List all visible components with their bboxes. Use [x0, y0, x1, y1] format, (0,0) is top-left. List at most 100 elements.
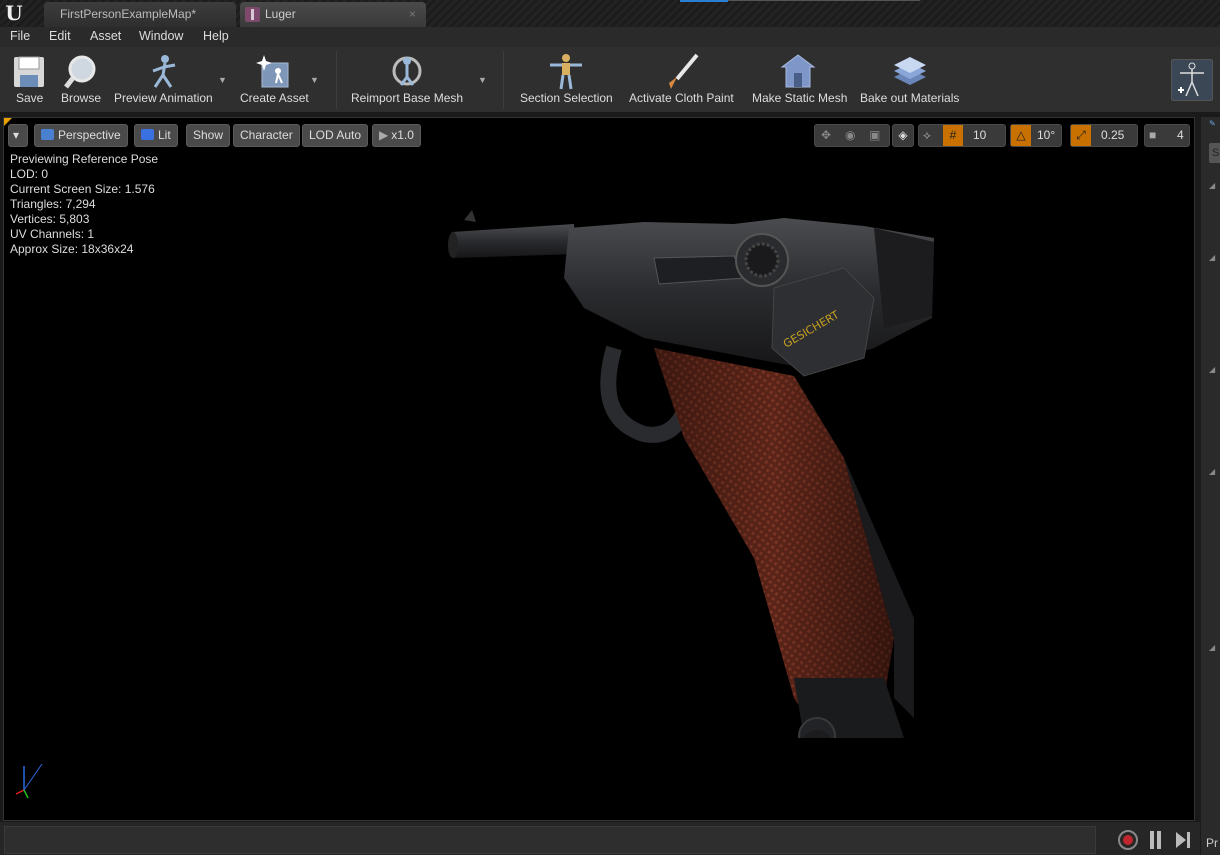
viewport-options-button[interactable]: ▾ — [8, 124, 28, 147]
character-button[interactable]: Character — [233, 124, 300, 147]
tpose-figure-icon — [550, 54, 582, 90]
show-button[interactable]: Show — [186, 124, 231, 147]
pause-button[interactable] — [1149, 831, 1163, 849]
static-mesh-house-icon — [780, 54, 816, 88]
menu-asset[interactable]: Asset — [90, 29, 121, 43]
speed-label: x1.0 — [391, 128, 414, 142]
animation-timeline-bar — [0, 822, 1200, 855]
luger-pistol-mesh: GESICHERT — [448, 210, 934, 738]
bottom-label: Pr — [1206, 836, 1218, 850]
perspective-button[interactable]: Perspective — [34, 124, 128, 147]
grid-snap-value: 10 — [973, 128, 987, 142]
browse-button[interactable]: Browse — [58, 47, 104, 113]
title-bar: U FirstPersonExampleMap* Luger × — [0, 0, 1220, 27]
running-figure-icon — [152, 55, 176, 88]
character-label: Character — [240, 128, 293, 142]
tab-luger[interactable]: Luger × — [240, 2, 426, 27]
menu-edit[interactable]: Edit — [49, 29, 71, 43]
asset-toolbar: Save Browse Preview Animation ▼ Create A… — [0, 47, 1220, 113]
menu-help[interactable]: Help — [203, 29, 229, 43]
layers-icon — [894, 57, 926, 85]
lod-button[interactable]: LOD Auto — [302, 124, 369, 147]
playback-speed-button[interactable]: ▶ x1.0 — [372, 124, 421, 147]
reimport-label: Reimport Base Mesh — [351, 91, 464, 105]
preview-animation-label: Preview Animation — [114, 91, 213, 105]
menu-file[interactable]: File — [10, 29, 30, 43]
dropdown-arrow-icon[interactable]: ▼ — [218, 75, 227, 85]
menu-bar: File Edit Asset Window Help — [0, 27, 1220, 47]
stat-uv-channels: UV Channels: 1 — [10, 227, 95, 241]
unreal-logo-icon[interactable]: U — [3, 2, 25, 24]
record-button[interactable] — [1118, 830, 1138, 850]
create-asset-button[interactable]: Create Asset ▼ — [238, 47, 326, 113]
save-icon — [14, 56, 44, 87]
save-button[interactable]: Save — [8, 47, 50, 113]
create-asset-label: Create Asset — [240, 91, 309, 105]
browse-label: Browse — [61, 91, 102, 105]
grid-icon: # — [943, 125, 963, 146]
preview-animation-button[interactable]: Preview Animation ▼ — [112, 47, 230, 113]
tab-label: Luger — [265, 7, 296, 21]
stat-screen-size: Current Screen Size: 1.576 — [10, 182, 155, 196]
make-static-mesh-button[interactable]: Make Static Mesh — [750, 47, 850, 113]
cube-icon: ◈ — [898, 128, 908, 142]
rotate-icon: ◉ — [845, 128, 856, 142]
timeline-scrubber[interactable] — [4, 826, 1096, 854]
menu-window[interactable]: Window — [139, 29, 183, 43]
scale-icon: ▣ — [869, 128, 881, 142]
activate-cloth-paint-button[interactable]: Activate Cloth Paint — [627, 47, 739, 113]
stat-approx-size: Approx Size: 18x36x24 — [10, 242, 134, 256]
dropdown-arrow-icon[interactable]: ▼ — [310, 75, 319, 85]
scale-snap-group[interactable]: ⤢ 0.25 — [1070, 124, 1138, 147]
tab-first-person-example-map[interactable]: FirstPersonExampleMap* — [44, 2, 236, 27]
world-local-toggle[interactable]: ◈ — [892, 124, 914, 147]
camera-speed-value: 4 — [1177, 128, 1184, 142]
viewport-transform-tools: ✥ ◉ ▣ ◈ ⟡ # 10 △ 10° ⤢ 0.25 ■ 4 — [814, 124, 1194, 147]
reimport-base-mesh-button[interactable]: Reimport Base Mesh ▼ — [349, 47, 489, 113]
rotation-snap-group[interactable]: △ 10° — [1010, 124, 1062, 147]
rotation-snap-value: 10° — [1037, 128, 1056, 142]
lit-sphere-icon — [141, 129, 154, 140]
dropdown-arrow-icon[interactable]: ▼ — [478, 75, 487, 85]
divider — [728, 0, 920, 1]
close-tab-icon[interactable]: × — [409, 7, 416, 21]
step-forward-icon[interactable] — [1175, 831, 1191, 849]
lod-label: LOD Auto — [309, 128, 362, 142]
lit-label: Lit — [158, 128, 171, 142]
transform-mode-group[interactable]: ✥ ◉ ▣ — [814, 124, 890, 147]
camera-speed-button[interactable]: ■ 4 — [1144, 124, 1190, 147]
stat-vertices: Vertices: 5,803 — [10, 212, 90, 226]
expand-arrow-icon[interactable]: ◢ — [1209, 643, 1215, 652]
expand-arrow-icon[interactable]: ◢ — [1209, 253, 1215, 262]
axis-gizmo — [15, 763, 43, 799]
stat-triangles: Triangles: 7,294 — [10, 197, 96, 211]
panel-tab-icon[interactable]: ✎ — [1209, 119, 1216, 128]
play-icon: ▶ — [379, 128, 389, 142]
toolbar-separator — [503, 51, 504, 109]
bake-materials-label: Bake out Materials — [860, 91, 960, 105]
skeleton-mode-button[interactable] — [1171, 59, 1213, 101]
reimport-icon — [392, 56, 422, 86]
show-label: Show — [193, 128, 224, 142]
expand-arrow-icon[interactable]: ◢ — [1209, 181, 1215, 190]
surface-snap-icon: ⟡ — [923, 128, 931, 142]
search-input[interactable]: S — [1209, 143, 1220, 163]
stat-preview-pose: Previewing Reference Pose — [10, 152, 159, 166]
cloth-paint-label: Activate Cloth Paint — [629, 91, 734, 105]
camera-icon: ■ — [1149, 128, 1157, 142]
scale-snap-value: 0.25 — [1101, 128, 1125, 142]
section-selection-label: Section Selection — [520, 91, 613, 105]
magnifier-icon — [64, 55, 96, 89]
paint-brush-icon — [669, 53, 699, 89]
grid-snap-group[interactable]: ⟡ # 10 — [918, 124, 1006, 147]
lit-button[interactable]: Lit — [134, 124, 178, 147]
3d-viewport[interactable]: ▾ Perspective Lit Show Character LOD Aut… — [3, 117, 1195, 821]
bake-out-materials-button[interactable]: Bake out Materials — [858, 47, 964, 113]
expand-arrow-icon[interactable]: ◢ — [1209, 467, 1215, 476]
skeleton-icon — [1178, 62, 1204, 97]
stat-lod: LOD: 0 — [10, 167, 49, 181]
expand-arrow-icon[interactable]: ◢ — [1209, 365, 1215, 374]
toolbar-separator — [336, 51, 337, 109]
details-panel-edge: ✎ S ◢ ◢ ◢ ◢ ◢ — [1200, 117, 1220, 855]
section-selection-button[interactable]: Section Selection — [518, 47, 614, 113]
